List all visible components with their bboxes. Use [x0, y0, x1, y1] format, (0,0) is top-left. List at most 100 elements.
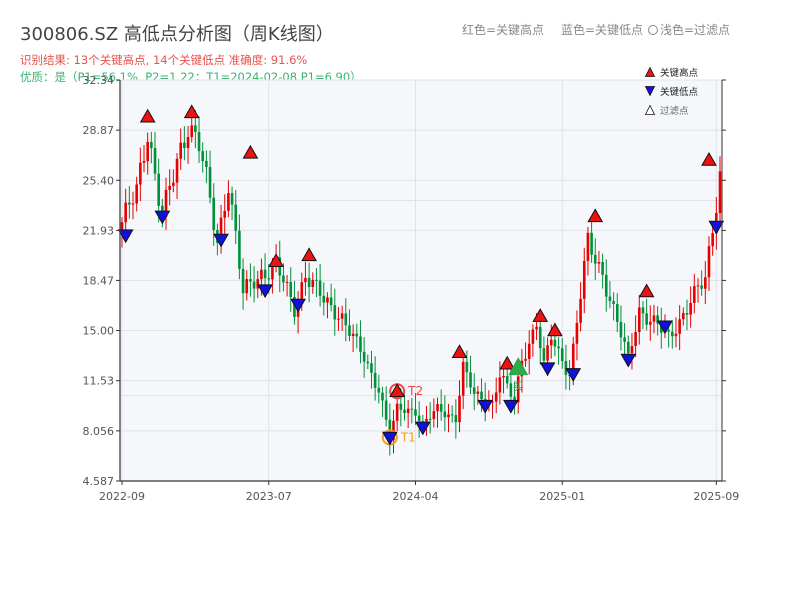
- candle-body: [403, 409, 406, 414]
- candle-body: [630, 346, 634, 354]
- candle-body: [524, 358, 527, 361]
- candle-body: [480, 391, 483, 400]
- buy-marker-label: 买: [513, 380, 524, 393]
- candle-body: [142, 161, 146, 163]
- candle-body: [153, 148, 157, 174]
- candle-body: [704, 277, 707, 289]
- candle-body: [671, 331, 674, 337]
- candle-body: [249, 279, 252, 282]
- candle-body: [557, 346, 560, 349]
- candle-body: [432, 411, 436, 420]
- candle-body: [623, 337, 626, 342]
- candle-body: [612, 300, 615, 304]
- candle-body: [645, 313, 648, 325]
- candle-body: [696, 285, 700, 287]
- candle-body: [168, 185, 171, 190]
- candle-body: [718, 171, 722, 214]
- candle-body: [476, 391, 480, 394]
- candle-body: [267, 278, 271, 280]
- candle-body: [417, 415, 421, 422]
- candle-body: [425, 418, 428, 422]
- x-tick-label: 2023-07: [246, 490, 292, 503]
- candle-body: [190, 125, 194, 138]
- candle-body: [230, 193, 234, 205]
- candle-body: [637, 307, 641, 333]
- candle-body: [150, 142, 153, 149]
- candle-body: [139, 162, 142, 185]
- candle-body: [208, 166, 212, 198]
- candle-body: [542, 348, 546, 361]
- candle-body: [157, 173, 160, 206]
- candle-body: [348, 325, 351, 336]
- candle-body: [450, 414, 454, 416]
- candle-body: [146, 142, 149, 162]
- candle-body: [711, 233, 714, 247]
- candle-body: [252, 281, 256, 289]
- candle-body: [241, 268, 245, 294]
- candle-body: [260, 269, 263, 280]
- candle-body: [582, 260, 586, 299]
- y-tick-label: 11.53: [83, 375, 115, 388]
- candle-body: [227, 193, 230, 211]
- y-tick-label: 18.47: [83, 274, 115, 287]
- candle-body: [186, 137, 190, 148]
- candle-body: [597, 262, 601, 264]
- candle-body: [689, 302, 692, 315]
- x-tick-label: 2024-04: [393, 490, 439, 503]
- candle-body: [461, 361, 465, 396]
- legend-symbol: [644, 66, 656, 77]
- candle-body: [384, 400, 388, 420]
- candle-body: [579, 298, 582, 323]
- candle-body: [256, 279, 260, 289]
- candle-body: [641, 307, 645, 314]
- candle-body: [333, 305, 337, 320]
- candle-body: [238, 230, 241, 269]
- candle-body: [340, 313, 344, 319]
- candle-body: [300, 282, 304, 302]
- candle-body: [593, 254, 597, 264]
- y-tick-label: 28.87: [83, 124, 115, 137]
- candle-body: [502, 375, 505, 378]
- candle-body: [436, 404, 439, 412]
- candlestick-chart: T1 T2 买 4.587 8.056 11.53 15.00 18.47 21.93 25.4…: [83, 66, 739, 503]
- candle-body: [289, 281, 293, 298]
- candle-body: [172, 182, 175, 186]
- candle-body: [564, 361, 568, 375]
- candle-body: [667, 329, 670, 332]
- candle-body: [194, 125, 197, 133]
- candle-body: [362, 351, 366, 362]
- t1-label: T1: [400, 430, 416, 444]
- candle-body: [465, 361, 469, 373]
- candle-body: [373, 372, 377, 388]
- candle-body: [234, 204, 238, 231]
- y-tick-label: 4.587: [83, 475, 115, 488]
- candle-body: [615, 303, 619, 322]
- candle-body: [538, 326, 542, 349]
- candle-body: [337, 318, 340, 320]
- candle-body: [447, 414, 450, 418]
- candle-body: [531, 329, 535, 344]
- candle-body: [527, 343, 531, 359]
- candle-body: [285, 281, 289, 283]
- candle-body: [175, 158, 179, 183]
- candle-body: [604, 274, 608, 297]
- candle-body: [128, 202, 131, 205]
- candle-body: [179, 142, 182, 159]
- candle-body: [318, 280, 322, 296]
- candle-body: [329, 297, 333, 306]
- candle-body: [406, 408, 410, 414]
- candle-body: [608, 296, 612, 301]
- candle-body: [212, 197, 216, 230]
- candle-body: [700, 285, 703, 289]
- candle-body: [682, 313, 685, 320]
- candle-body: [201, 151, 205, 161]
- candle-body: [546, 345, 549, 361]
- candle-body: [131, 203, 135, 205]
- candle-body: [428, 418, 432, 420]
- candle-body: [601, 262, 604, 275]
- candle-body: [414, 409, 417, 416]
- candle-body: [124, 202, 127, 223]
- candle-body: [505, 375, 509, 384]
- candle-body: [197, 132, 201, 152]
- candle-body: [549, 339, 553, 346]
